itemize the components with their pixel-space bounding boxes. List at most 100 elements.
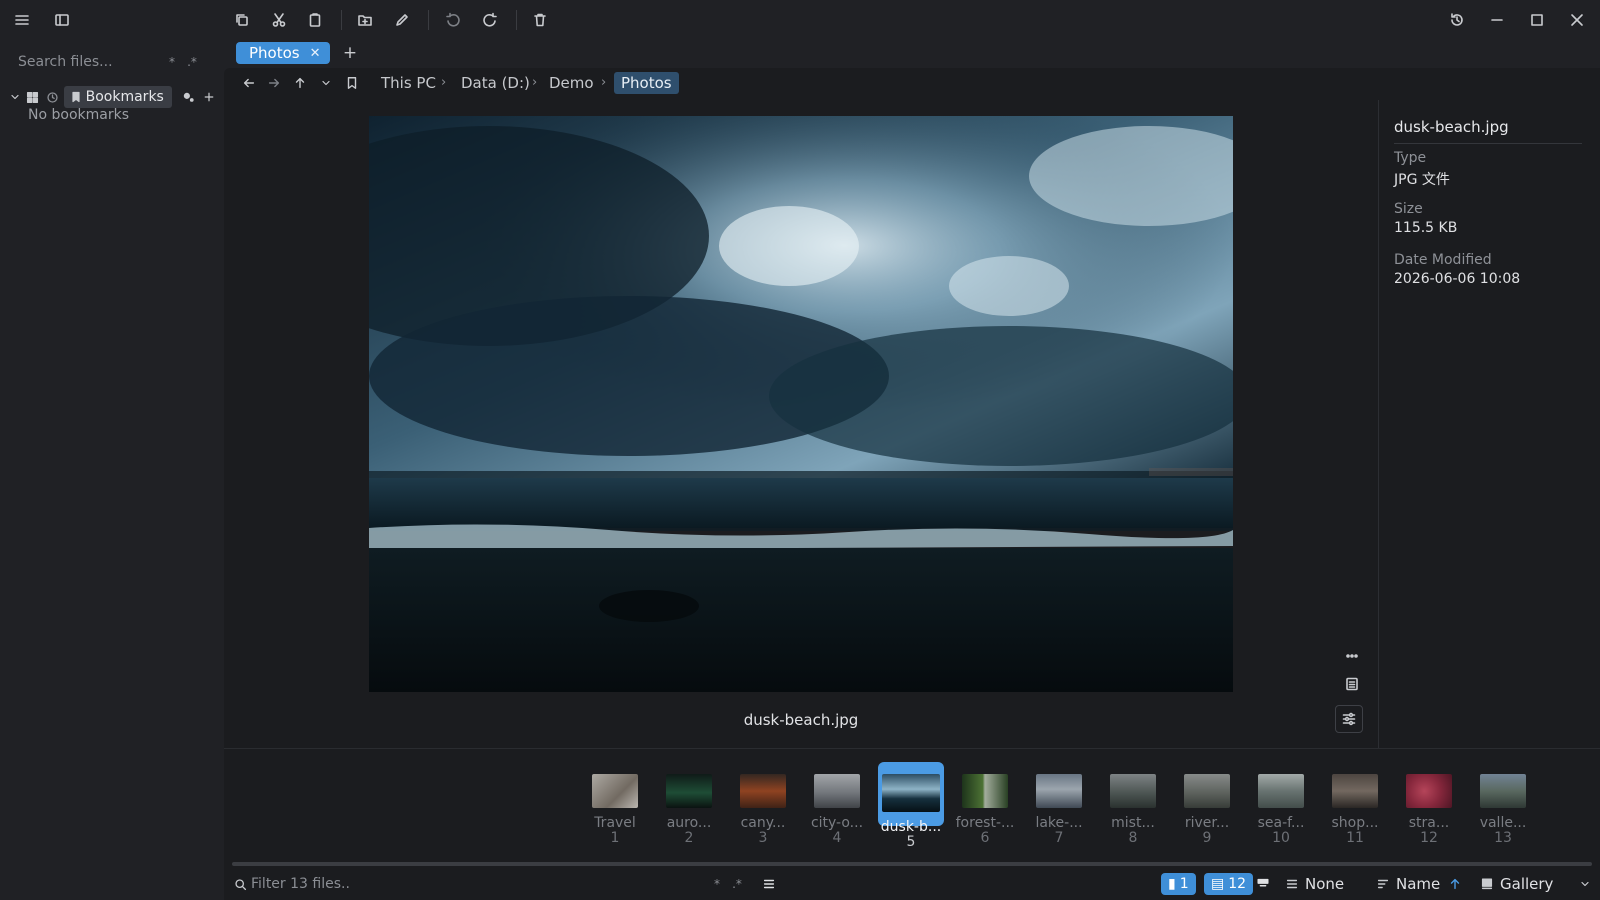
thumbnail-name: forest-... [955,815,1015,831]
menu-icon[interactable] [9,8,35,32]
search-files-box: * .* [10,48,210,76]
minimize-icon[interactable] [1484,8,1510,32]
recent-icon[interactable] [44,91,59,104]
detail-type-value: JPG 文件 [1394,172,1450,188]
filter-input[interactable] [247,876,707,892]
image-thumbnail [740,774,786,808]
close-tab-icon[interactable]: ✕ [310,46,321,61]
tab-label: Photos [249,44,300,62]
wildcard-toggle[interactable]: * [162,55,182,69]
bookmarks-row: Bookmarks [8,86,218,108]
thumbnail-item[interactable]: auro... 2 [656,762,722,852]
gallery-icon [1480,877,1494,891]
thumbnail-item[interactable]: river... 9 [1174,762,1240,852]
thumbnail-name: Travel [594,815,636,831]
detail-size-value: 115.5 KB [1394,220,1458,236]
thumbnail-name: sea-f... [1257,815,1305,831]
view-mode-dropdown[interactable]: Gallery [1480,873,1591,895]
thumbnail-item[interactable]: stra... 12 [1396,762,1462,852]
breadcrumb-photos[interactable]: Photos [614,72,679,94]
back-icon[interactable] [238,72,260,94]
rename-icon[interactable] [389,8,415,32]
detail-modified-label: Date Modified [1394,252,1492,268]
bookmarks-tab[interactable]: Bookmarks [63,86,172,108]
bookmark-folder-icon[interactable] [341,72,363,94]
preview-image[interactable] [369,116,1233,692]
thumbnail-item-selected[interactable]: dusk-b... 5 [878,762,944,852]
add-bookmark-icon[interactable] [201,91,218,103]
breadcrumb-chevron-icon: › [441,75,447,90]
details-panel-icon[interactable] [1340,672,1364,696]
search-icon [234,878,247,891]
thumbnail-number: 10 [1272,830,1290,846]
thumbnail-item[interactable]: valle... 13 [1470,762,1536,852]
thumbnail-item[interactable]: city-o... 4 [804,762,870,852]
breadcrumb-this-pc[interactable]: This PC [381,72,436,94]
thumbnail-number: 4 [832,830,842,846]
tab-photos[interactable]: Photos ✕ [236,42,330,64]
thumbnail-item[interactable]: shop... 11 [1322,762,1388,852]
breadcrumb-data-drive[interactable]: Data (D:) [461,72,530,94]
thumbnail-item[interactable]: mist... 8 [1100,762,1166,852]
file-count-badge[interactable]: ▤ 12 [1204,873,1254,895]
thumbnail-number: 11 [1346,830,1364,846]
history-icon[interactable] [1444,8,1470,32]
detail-modified-value: 2026-06-06 10:08 [1394,271,1521,287]
filmstrip-scrollbar[interactable] [232,862,1592,866]
folder-count-badge[interactable]: ▮ 1 [1161,873,1196,895]
group-by-dropdown[interactable]: None [1285,873,1344,895]
history-dropdown-icon[interactable] [315,72,337,94]
thumbnail-name: dusk-b... [880,819,942,835]
thumbnail-item[interactable]: sea-f... 10 [1248,762,1314,852]
close-window-icon[interactable] [1564,8,1590,32]
thumbnail-number: 3 [758,830,768,846]
thumbnail-number: 7 [1054,830,1064,846]
cut-icon[interactable] [266,8,292,32]
sort-by-dropdown[interactable]: Name [1376,873,1440,895]
filter-wildcard-toggle[interactable]: * [707,877,727,891]
thumbnail-item[interactable]: lake-... 7 [1026,762,1092,852]
thumbnail-number: 5 [906,834,916,850]
detail-divider [1394,143,1582,144]
maximize-icon[interactable] [1524,8,1550,32]
list-options-icon[interactable] [762,873,776,895]
image-thumbnail [1036,774,1082,808]
paste-icon[interactable] [302,8,328,32]
detail-type-label: Type [1394,150,1427,166]
thumbnail-item[interactable]: Travel 1 [582,762,648,852]
breadcrumb-demo[interactable]: Demo [549,72,594,94]
copy-icon[interactable] [229,8,255,32]
filter-box: * .* [234,873,754,895]
folder-count: 1 [1179,876,1189,892]
bookmark-options-icon[interactable] [180,91,197,104]
delete-icon[interactable] [527,8,553,32]
grid-view-icon[interactable] [25,91,40,104]
image-thumbnail [882,774,940,812]
thumbnail-item[interactable]: forest-... 6 [952,762,1018,852]
image-thumbnail [1258,774,1304,808]
thumbnail-item[interactable]: cany... 3 [730,762,796,852]
search-files-input[interactable] [10,54,162,70]
image-thumbnail [814,774,860,808]
toggle-sidebar-icon[interactable] [49,8,75,32]
redo-icon[interactable] [477,8,503,32]
sort-ascending-icon[interactable] [1448,873,1462,895]
thumbnail-number: 2 [684,830,694,846]
panel-layout-icon[interactable] [1256,873,1270,895]
regex-toggle[interactable]: .* [182,55,202,69]
up-icon[interactable] [289,72,311,94]
no-bookmarks-text: No bookmarks [28,107,129,123]
adjust-settings-icon[interactable] [1335,705,1363,733]
group-icon [1285,877,1299,891]
chevron-down-icon [1579,878,1591,890]
filter-regex-toggle[interactable]: .* [727,877,747,891]
chevron-down-icon[interactable] [8,91,21,103]
new-tab-button[interactable]: + [340,42,360,64]
more-options-icon[interactable] [1340,642,1364,666]
details-pane [1378,100,1600,748]
new-folder-icon[interactable] [352,8,378,32]
detail-size-label: Size [1394,201,1423,217]
undo-icon[interactable] [440,8,466,32]
image-thumbnail [1332,774,1378,808]
forward-icon[interactable] [263,72,285,94]
